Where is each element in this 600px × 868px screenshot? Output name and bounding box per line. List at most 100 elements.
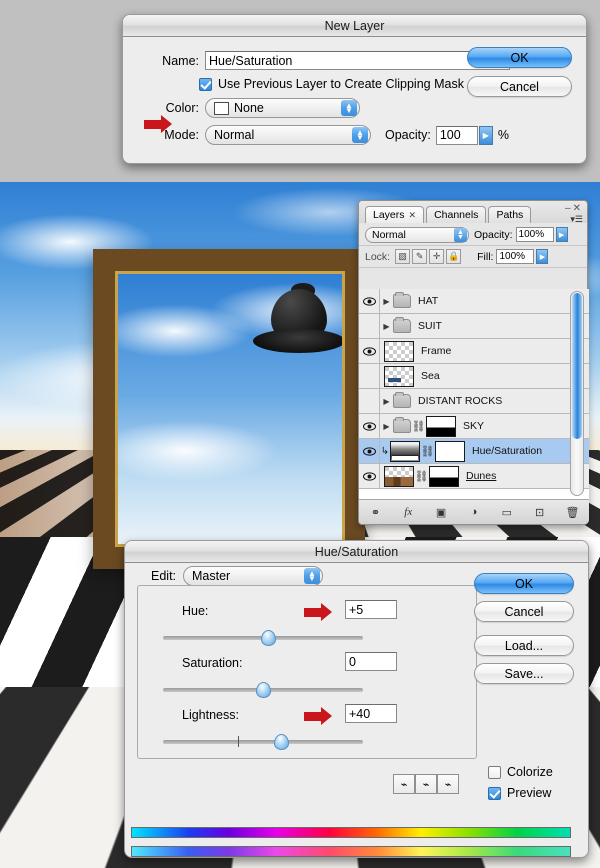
move-lock-icon[interactable]: ✛: [429, 249, 445, 264]
scrollbar-thumb[interactable]: [572, 293, 582, 439]
colorize-checkbox[interactable]: [488, 765, 501, 779]
tab-paths[interactable]: Paths: [488, 206, 532, 223]
table-row[interactable]: ▶ HAT: [359, 289, 589, 314]
table-row[interactable]: Frame: [359, 339, 589, 364]
layer-name[interactable]: Sea: [421, 370, 440, 382]
disclosure-triangle-icon[interactable]: ▶: [380, 297, 393, 306]
lightness-slider[interactable]: [163, 734, 363, 750]
layer-thumbnail[interactable]: [384, 340, 414, 362]
new-layer-cancel-button[interactable]: Cancel: [467, 76, 572, 97]
layer-name[interactable]: DISTANT ROCKS: [418, 395, 502, 407]
mask-link-icon[interactable]: ⛓: [415, 468, 429, 484]
load-button[interactable]: Load...: [474, 635, 574, 656]
all-lock-icon[interactable]: 🔒: [446, 249, 462, 264]
lightness-slider-knob[interactable]: [274, 734, 289, 750]
table-row[interactable]: Sea: [359, 364, 589, 389]
adjustment-thumbnail[interactable]: [390, 440, 420, 462]
mask-link-icon[interactable]: ⛓: [421, 443, 435, 459]
color-select-arrows[interactable]: ▲ ▼: [341, 100, 357, 116]
hue-slider-knob[interactable]: [261, 630, 276, 646]
new-group-icon[interactable]: ▭: [496, 504, 518, 521]
minimize-icon[interactable]: –: [565, 203, 573, 214]
layer-mask-thumbnail[interactable]: [429, 465, 459, 487]
panel-close-icon[interactable]: ✕: [573, 203, 583, 214]
layer-style-fx-icon[interactable]: fx: [397, 504, 419, 521]
mask-link-icon[interactable]: ⛓: [412, 418, 426, 434]
lightness-input[interactable]: +40: [345, 704, 397, 723]
saturation-input[interactable]: 0: [345, 652, 397, 671]
delete-layer-icon[interactable]: 🗑: [561, 504, 583, 521]
color-select[interactable]: None ▲ ▼: [205, 98, 360, 118]
visibility-eye-icon[interactable]: [359, 439, 380, 463]
layer-thumbnail[interactable]: [384, 365, 414, 387]
panel-opacity-arrow[interactable]: ▶: [555, 227, 568, 242]
link-layers-icon[interactable]: ⚭: [364, 504, 386, 521]
panel-opacity-input[interactable]: 100%: [515, 227, 554, 242]
layer-name[interactable]: Hue/Saturation: [472, 445, 542, 457]
blend-mode-select[interactable]: Normal ▲ ▼: [365, 226, 469, 243]
layer-name[interactable]: SUIT: [418, 320, 442, 332]
transparency-lock-icon[interactable]: ▧: [395, 249, 411, 264]
disclosure-triangle-icon[interactable]: ▶: [380, 322, 393, 331]
hue-slider[interactable]: [163, 630, 363, 646]
eyedropper-icon[interactable]: ⌁: [393, 774, 415, 794]
eyedropper-minus-icon[interactable]: ⌁: [437, 774, 459, 794]
saturation-slider-knob[interactable]: [256, 682, 271, 698]
hue-saturation-cancel-button[interactable]: Cancel: [474, 601, 574, 622]
layer-list[interactable]: ▶ HAT ▶ SUIT Frame Sea ▶ DISTANT ROCKS ▶…: [359, 289, 589, 499]
hue-saturation-ok-button[interactable]: OK: [474, 573, 574, 594]
red-pointer-arrow-lightness: [304, 707, 333, 726]
visibility-eye-icon[interactable]: [359, 339, 380, 363]
opacity-stepper-arrow[interactable]: ▶: [478, 125, 493, 145]
mode-select-value: Normal: [214, 128, 255, 142]
opacity-input[interactable]: 100: [435, 125, 478, 145]
eyedropper-plus-icon[interactable]: ⌁: [415, 774, 437, 794]
table-row[interactable]: ⛓ Dunes: [359, 464, 589, 489]
layer-name[interactable]: Dunes: [466, 470, 496, 482]
mode-select-arrows[interactable]: ▲ ▼: [352, 127, 368, 143]
mode-select[interactable]: Normal ▲ ▼: [205, 125, 371, 145]
visibility-eye-icon[interactable]: [359, 364, 380, 388]
panel-fill-arrow[interactable]: ▶: [536, 249, 549, 264]
layer-thumbnail[interactable]: [384, 465, 414, 487]
table-row[interactable]: ▶ DISTANT ROCKS: [359, 389, 589, 414]
disclosure-triangle-icon[interactable]: ▶: [380, 422, 393, 431]
tab-layers[interactable]: Layers ✕: [365, 206, 425, 223]
preview-checkbox[interactable]: [488, 786, 501, 800]
layer-mask-thumbnail[interactable]: [426, 415, 456, 437]
blend-mode-arrows[interactable]: ▲ ▼: [454, 227, 467, 242]
visibility-eye-icon[interactable]: [359, 414, 380, 438]
fill-label: Fill:: [477, 250, 494, 263]
table-row[interactable]: ▶ ⛓ SKY: [359, 414, 589, 439]
layer-list-scrollbar[interactable]: ▲▼: [570, 291, 584, 517]
edit-select-arrows[interactable]: ▲ ▼: [304, 568, 321, 584]
layer-name[interactable]: SKY: [463, 420, 484, 432]
new-layer-dialog-title: New Layer: [123, 15, 586, 37]
visibility-eye-icon[interactable]: [359, 389, 380, 413]
layer-mask-thumbnail[interactable]: [435, 440, 465, 462]
saturation-slider[interactable]: [163, 682, 363, 698]
layer-name-input[interactable]: Hue/Saturation: [205, 51, 510, 70]
table-row[interactable]: ▶ SUIT: [359, 314, 589, 339]
close-icon[interactable]: ✕: [409, 210, 417, 221]
new-layer-ok-button[interactable]: OK: [467, 47, 572, 68]
layer-mask-icon[interactable]: ▣: [430, 504, 452, 521]
save-button[interactable]: Save...: [474, 663, 574, 684]
disclosure-triangle-icon[interactable]: ▶: [380, 397, 393, 406]
panel-window-buttons[interactable]: –✕: [565, 203, 583, 214]
layer-name[interactable]: HAT: [418, 295, 438, 307]
hue-input[interactable]: +5: [345, 600, 397, 619]
clipping-mask-checkbox[interactable]: [199, 77, 212, 91]
adjustment-layer-icon[interactable]: ◑: [463, 504, 485, 521]
visibility-eye-icon[interactable]: [359, 464, 380, 488]
tab-channels[interactable]: Channels: [426, 206, 487, 223]
edit-select[interactable]: Master ▲ ▼: [183, 566, 324, 586]
paint-lock-icon[interactable]: ✎: [412, 249, 428, 264]
visibility-eye-icon[interactable]: [359, 289, 380, 313]
panel-fill-input[interactable]: 100%: [496, 249, 535, 264]
visibility-eye-icon[interactable]: [359, 314, 380, 338]
layer-name[interactable]: Frame: [421, 345, 451, 357]
new-layer-icon[interactable]: ⊡: [529, 504, 551, 521]
panel-menu-icon[interactable]: ▾☰: [570, 214, 583, 225]
table-row[interactable]: ↳ ⛓ Hue/Saturation: [359, 439, 589, 464]
